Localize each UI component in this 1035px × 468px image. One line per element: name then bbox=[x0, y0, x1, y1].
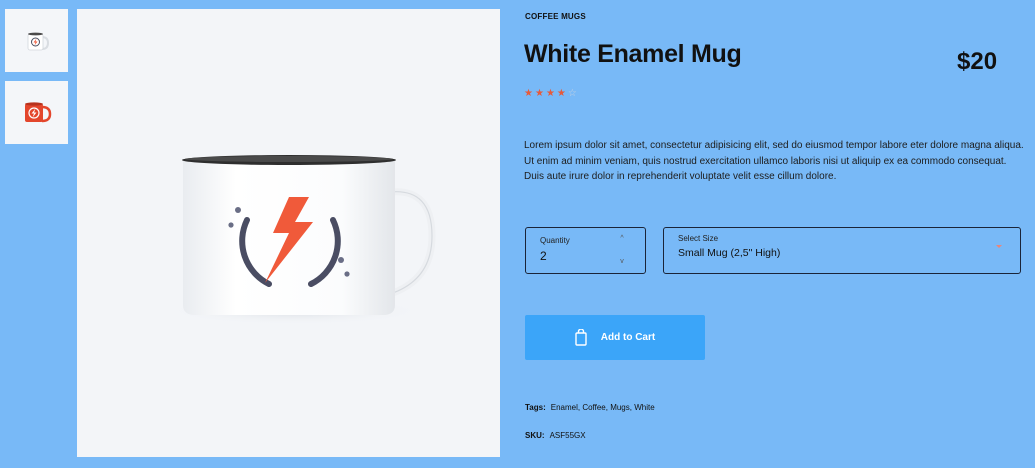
quantity-label: Quantity bbox=[540, 236, 570, 245]
product-description: Lorem ipsum dolor sit amet, consectetur … bbox=[524, 140, 1024, 182]
star-filled-icon: ★ bbox=[524, 88, 533, 99]
product-sku: SKU: ASF55GX bbox=[525, 431, 586, 440]
white-mug-icon bbox=[27, 32, 49, 50]
quantity-stepper[interactable]: Quantity 2 ^ v bbox=[525, 227, 646, 274]
rating-stars: ★ ★ ★ ★ ☆ bbox=[524, 88, 577, 100]
sku-value: ASF55GX bbox=[549, 431, 586, 440]
quantity-value[interactable]: 2 bbox=[540, 249, 547, 263]
size-label: Select Size bbox=[678, 234, 719, 243]
size-select[interactable]: Select Size Small Mug (2,5" High) bbox=[663, 227, 1021, 274]
size-value: Small Mug (2,5" High) bbox=[678, 247, 781, 259]
shopping-bag-icon bbox=[575, 329, 587, 346]
red-mug-icon bbox=[24, 101, 51, 122]
star-filled-icon: ★ bbox=[534, 88, 544, 99]
product-category: COFFEE MUGS bbox=[525, 12, 586, 21]
sku-label: SKU: bbox=[525, 431, 545, 440]
chevron-up-icon[interactable]: ^ bbox=[616, 235, 628, 242]
add-to-cart-label: Add to Cart bbox=[600, 332, 656, 343]
add-to-cart-button[interactable]: Add to Cart bbox=[525, 315, 705, 360]
tags-value: Enamel, Coffee, Mugs, White bbox=[550, 403, 655, 412]
star-filled-icon: ★ bbox=[556, 88, 566, 99]
thumbnail-red-mug[interactable] bbox=[5, 81, 68, 144]
main-product-image bbox=[77, 9, 500, 457]
tags-label: Tags: bbox=[525, 403, 546, 412]
star-empty-icon: ☆ bbox=[567, 88, 577, 99]
product-price: $20 bbox=[957, 48, 998, 75]
white-enamel-mug-image bbox=[165, 155, 436, 325]
chevron-down-icon[interactable]: v bbox=[616, 258, 628, 265]
star-filled-icon: ★ bbox=[545, 88, 555, 99]
dropdown-caret-icon[interactable] bbox=[996, 245, 1002, 248]
product-title: White Enamel Mug bbox=[524, 40, 742, 68]
thumbnail-white-mug[interactable] bbox=[5, 9, 68, 72]
product-tags: Tags: Enamel, Coffee, Mugs, White bbox=[525, 403, 655, 412]
